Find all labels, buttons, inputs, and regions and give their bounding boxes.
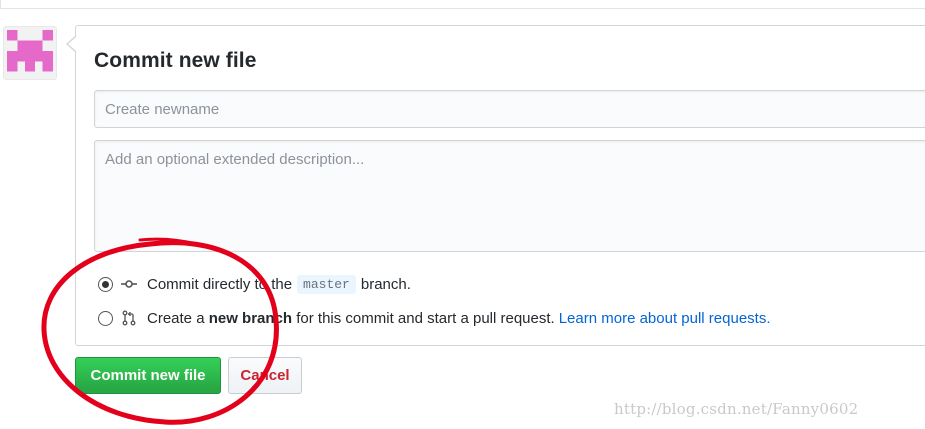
new-branch-radio[interactable] (98, 310, 113, 326)
cancel-button[interactable]: Cancel (228, 357, 302, 394)
new-branch-option[interactable]: Create a new branch for this commit and … (98, 307, 771, 329)
commit-direct-option[interactable]: Commit directly to the master branch. (98, 273, 411, 295)
identicon-icon (4, 27, 56, 79)
avatar[interactable] (3, 26, 57, 80)
pull-requests-help-link[interactable]: Learn more about pull requests. (559, 310, 771, 327)
git-pull-request-icon (122, 310, 136, 326)
watermark: http://blog.csdn.net/Fanny0602 (614, 400, 859, 418)
commit-new-file-button[interactable]: Commit new file (75, 357, 221, 394)
new-branch-text-after: for this commit and start a pull request… (296, 309, 555, 327)
form-title: Commit new file (94, 49, 257, 72)
commit-summary-input[interactable] (94, 90, 925, 128)
previous-panel-edge (0, 0, 925, 9)
commit-direct-text-after: branch. (360, 275, 411, 293)
commit-direct-text: Commit directly to the (147, 275, 293, 293)
commit-description-textarea[interactable] (94, 140, 925, 252)
branch-name: master (297, 274, 356, 294)
new-branch-bold: new branch (208, 309, 293, 327)
panel-pointer-inner (68, 37, 76, 51)
commit-direct-radio[interactable] (98, 276, 113, 292)
new-branch-text: Create a (147, 309, 205, 327)
panel-corner (0, 0, 5, 8)
git-commit-icon (121, 280, 137, 288)
